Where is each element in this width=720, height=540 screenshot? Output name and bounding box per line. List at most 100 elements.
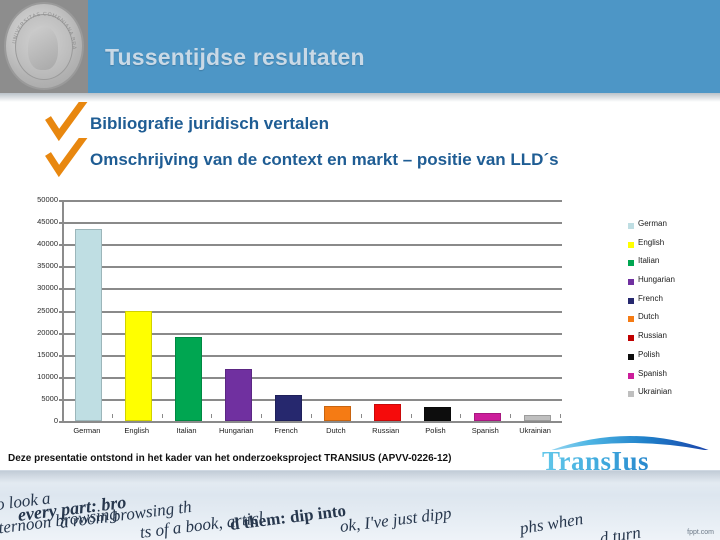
legend-label: French [638, 293, 663, 303]
x-axis-tick [410, 414, 412, 418]
legend-label: Ukrainian [638, 387, 672, 397]
bar-hungarian [224, 368, 252, 421]
y-axis-tick [59, 288, 64, 291]
bullet-list: Bibliografie juridisch vertalen Omschrij… [44, 102, 704, 180]
legend-swatch-icon [628, 353, 634, 360]
bar-chart: 50000 45000 40000 35000 30000 25000 20000 15000… [0, 193, 720, 443]
y-axis-tick [59, 266, 64, 269]
y-axis-tick [59, 398, 64, 401]
y-axis-tick [59, 244, 64, 247]
list-item-label: Bibliografie juridisch vertalen [90, 114, 330, 133]
list-item: Omschrijving van de context en markt – p… [44, 138, 704, 180]
bar-spanish [473, 413, 501, 421]
bar-polish [424, 407, 451, 421]
y-axis-tick [59, 376, 64, 379]
y-axis-tick-label: 10000 [37, 371, 58, 381]
strip-shadow [0, 471, 720, 483]
legend-label: Polish [638, 349, 660, 359]
gridline [64, 200, 562, 202]
x-axis-tick [211, 414, 213, 418]
footnote-text: Deze presentatie ontstond in het kader v… [8, 453, 452, 464]
list-item: Bibliografie juridisch vertalen [44, 102, 704, 144]
legend-swatch-icon [628, 391, 634, 398]
legend-swatch-icon [628, 297, 634, 304]
x-axis-tick [161, 414, 163, 418]
bar-german [75, 228, 103, 421]
x-axis-label-russian: Russian [372, 426, 400, 435]
x-axis-label-hungarian: Hungarian [218, 426, 254, 435]
legend-item-dutch: Dutch [628, 312, 720, 331]
y-axis-tick-label: 50000 [37, 195, 58, 204]
legend-label: Russian [638, 331, 667, 341]
page-title: Tussentijdse resultaten [105, 44, 365, 70]
y-axis-tick-label: 5000 [41, 393, 58, 403]
university-seal-plate: UNIVERSITAS COMENIANA BRATISLAVENSIS [0, 0, 88, 93]
y-axis-tick-label: 15000 [37, 349, 58, 359]
bar-english [125, 311, 153, 421]
x-axis-tick [111, 414, 113, 418]
watermark-label: fppt.com [687, 529, 714, 536]
x-axis-tick [460, 414, 462, 418]
y-axis-tick [59, 354, 64, 357]
y-axis-tick [59, 200, 64, 202]
x-axis-tick [360, 414, 362, 418]
decorative-text-line: d them: dip into [228, 500, 347, 534]
x-axis-tick [560, 414, 561, 418]
bar-french [274, 394, 302, 421]
header-shadow [0, 93, 720, 102]
y-axis-tick-label: 0 [53, 416, 58, 425]
legend-swatch-icon [628, 335, 634, 342]
legend-swatch-icon [628, 372, 634, 379]
bar-italian [175, 337, 202, 421]
y-axis-tick [59, 222, 64, 225]
decorative-book-image: fppt.com o look a every part: bro fternoon… [0, 470, 720, 540]
legend-item-ukrainian: Ukrainian [628, 387, 720, 406]
x-axis-label-german: German [73, 426, 101, 435]
svg-text:UNIVERSITAS COMENIANA BRATISLA: UNIVERSITAS COMENIANA BRATISLAVENSIS [6, 4, 76, 50]
legend-item-hungarian: Hungarian [628, 275, 720, 294]
x-axis-label-dutch: Dutch [326, 426, 346, 435]
x-axis-label-italian: Italian [176, 426, 197, 435]
university-seal-icon: UNIVERSITAS COMENIANA BRATISLAVENSIS [4, 2, 84, 90]
legend-label: Hungarian [638, 275, 675, 285]
legend-label: Dutch [638, 312, 659, 322]
legend-item-german: German [628, 219, 720, 238]
legend-item-spanish: Spanish [628, 369, 720, 388]
plot-area [59, 200, 562, 423]
x-axis-tick [311, 414, 312, 418]
checkmark-icon [45, 102, 88, 142]
legend-swatch-icon [628, 260, 634, 267]
x-axis-tick [62, 414, 63, 418]
list-item-label: Omschrijving van de context en markt – p… [90, 150, 559, 169]
legend-swatch-icon [628, 279, 634, 286]
y-axis-tick-label: 45000 [37, 217, 58, 227]
y-axis-tick-label: 30000 [37, 283, 58, 293]
legend-swatch-icon [628, 241, 634, 248]
seal-ring-text: UNIVERSITAS COMENIANA BRATISLAVENSIS [6, 4, 76, 50]
y-axis-tick-label: 25000 [37, 305, 58, 315]
gridline [64, 244, 562, 247]
legend-label: English [638, 237, 665, 247]
gridline [64, 288, 562, 291]
legend-item-italian: Italian [628, 256, 720, 275]
checkmark-icon [45, 138, 88, 178]
decorative-text-line: d turn [598, 522, 642, 540]
bar-dutch [324, 405, 352, 421]
y-axis-labels: 50000 45000 40000 35000 30000 25000 20000 15000… [0, 195, 58, 425]
legend-label: Spanish [638, 368, 667, 378]
x-axis-tick [510, 414, 512, 418]
legend-item-russian: Russian [628, 331, 720, 350]
legend-label: German [638, 219, 667, 228]
x-axis-label-french: French [274, 426, 298, 435]
legend-swatch-icon [628, 316, 634, 323]
y-axis-tick-label: 35000 [37, 261, 58, 271]
legend-item-polish: Polish [628, 350, 720, 369]
legend-item-french: French [628, 294, 720, 313]
y-axis-tick-label: 20000 [37, 327, 58, 337]
x-axis-label-polish: Polish [425, 426, 446, 435]
decorative-text-line: ok, I've just dipp [338, 503, 453, 536]
x-axis-label-spanish: Spanish [471, 426, 499, 435]
chart-legend: German English Italian Hungarian French Dutch… [628, 219, 720, 406]
y-axis-tick-label: 40000 [37, 239, 58, 249]
y-axis-tick [59, 332, 64, 335]
